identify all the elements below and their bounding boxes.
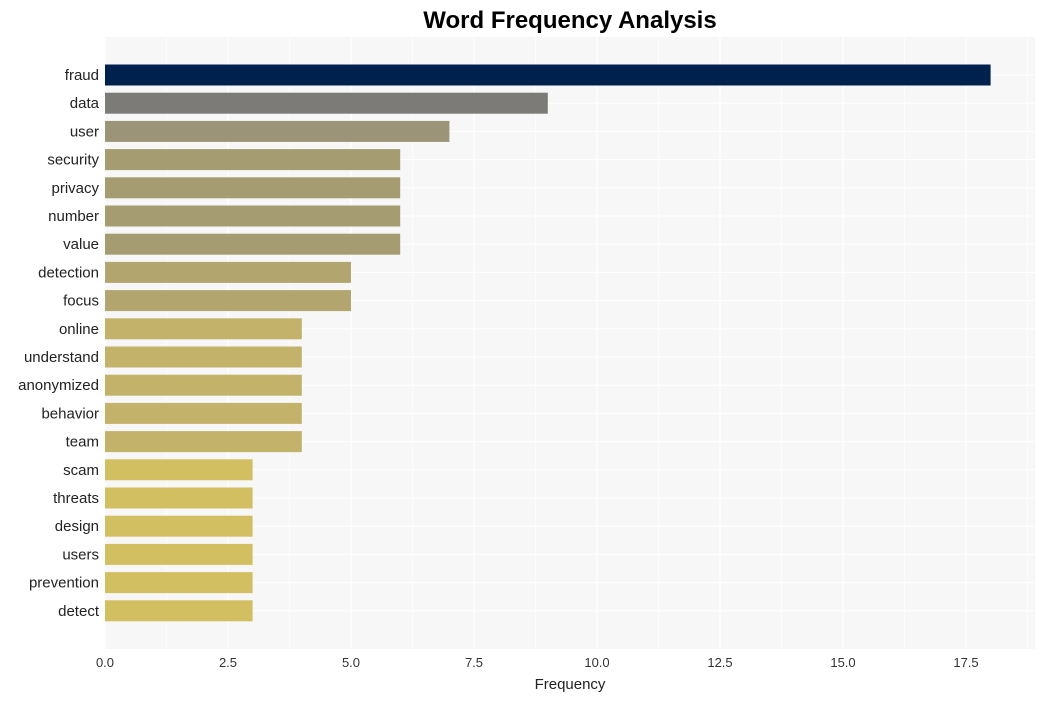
x-axis-label: Frequency [535,676,606,693]
y-label-privacy: privacy [51,180,99,197]
bar-focus [105,290,351,312]
y-label-user: user [70,123,99,140]
bar-design [105,515,253,537]
bar-user [105,120,450,142]
y-label-number: number [48,208,99,225]
y-label-threats: threats [53,490,99,507]
bar-users [105,543,253,565]
x-tick-label: 7.5 [465,655,483,670]
y-label-scam: scam [63,462,99,479]
bar-privacy [105,177,401,199]
y-label-detect: detect [58,603,100,620]
y-label-value: value [63,236,99,253]
y-label-team: team [66,434,99,451]
x-tick-label: 10.0 [584,655,609,670]
bar-prevention [105,572,253,594]
x-tick-label: 0.0 [96,655,114,670]
y-label-users: users [62,546,99,563]
y-label-fraud: fraud [65,67,99,84]
bar-behavior [105,402,302,424]
y-label-anonymized: anonymized [18,377,99,394]
bar-detect [105,600,253,622]
y-label-detection: detection [38,264,99,281]
y-axis-labels: fraud data user security privacy number value d… [18,67,100,620]
bar-understand [105,346,302,368]
y-label-data: data [70,95,100,112]
y-label-focus: focus [63,293,99,310]
bar-team [105,431,302,453]
y-label-online: online [59,321,99,338]
bar-value [105,233,401,255]
x-axis-ticks: 0.0 2.5 5.0 7.5 10.0 12.5 15.0 17.5 [96,655,979,670]
bar-anonymized [105,374,302,396]
bar-scam [105,459,253,481]
x-tick-label: 12.5 [707,655,732,670]
y-label-behavior: behavior [41,405,99,422]
x-tick-label: 2.5 [219,655,237,670]
bar-data [105,92,548,114]
x-tick-label: 15.0 [830,655,855,670]
bar-detection [105,261,351,283]
bar-number [105,205,401,227]
chart-title: Word Frequency Analysis [423,7,716,34]
bar-online [105,318,302,340]
y-label-design: design [55,518,99,535]
bar-fraud [105,64,991,86]
y-label-understand: understand [24,349,99,366]
bar-security [105,149,401,171]
y-label-prevention: prevention [29,575,99,592]
y-label-security: security [47,152,99,169]
bar-threats [105,487,253,509]
x-tick-label: 5.0 [342,655,360,670]
x-tick-label: 17.5 [953,655,978,670]
word-frequency-chart: fraud data user security privacy number value d… [18,7,1035,693]
